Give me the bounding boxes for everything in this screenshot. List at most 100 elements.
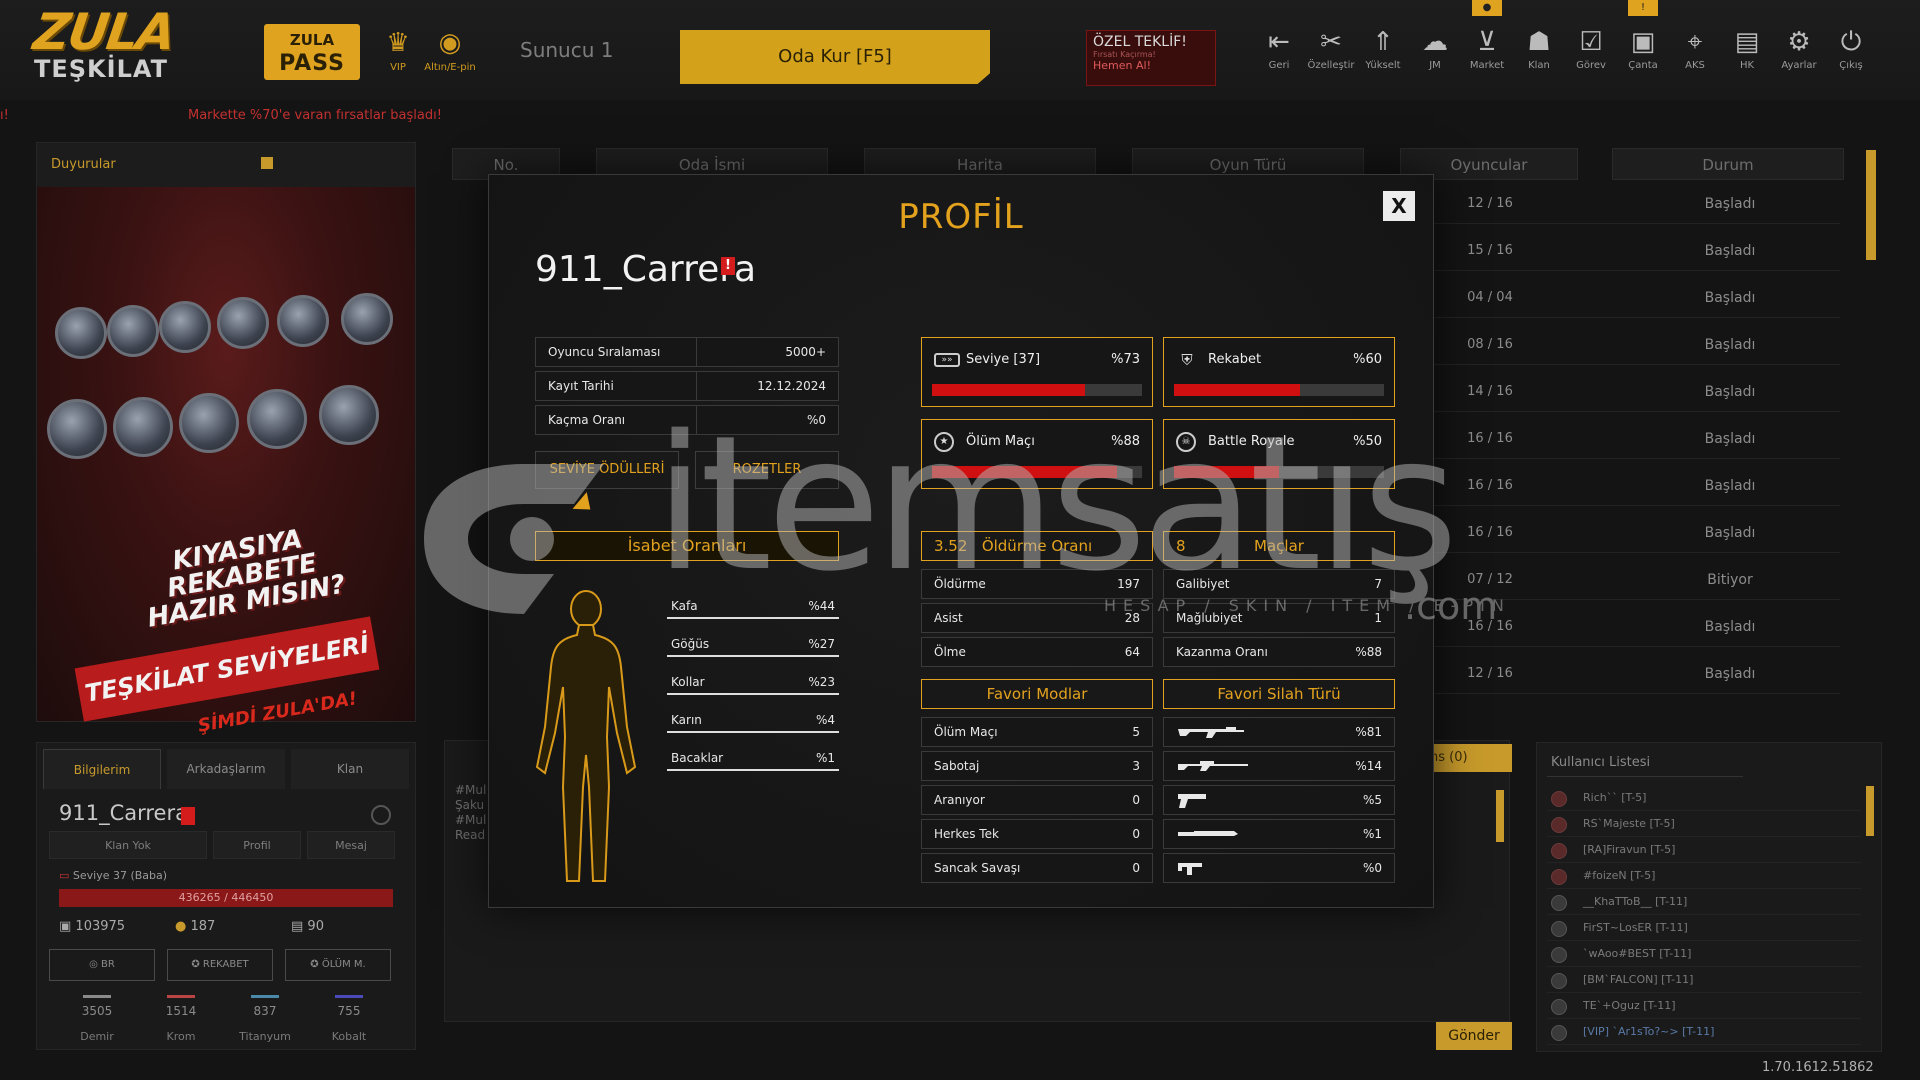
nav-customize-button[interactable]: ✂ Özelleştir: [1305, 26, 1357, 71]
nav-settings-button[interactable]: ⚙ Ayarlar: [1773, 26, 1825, 71]
table-row[interactable]: 08 / 16 Başladı: [1400, 325, 1840, 365]
stat-row-win-rate: Kazanma Oranı %88: [1163, 637, 1395, 667]
zula-pass-button[interactable]: ZULA PASS: [264, 24, 360, 80]
nav-market-button[interactable]: ⊻ Market: [1461, 26, 1513, 71]
rank-badge-icon: [277, 295, 329, 347]
nav-aks-button[interactable]: ⌖ AKS: [1669, 26, 1721, 71]
room-status: Başladı: [1704, 337, 1756, 353]
no-clan-button[interactable]: Klan Yok: [49, 831, 207, 859]
gear-icon: ⚙: [1787, 27, 1811, 57]
room-status: Başladı: [1704, 384, 1756, 400]
list-item[interactable]: TE`+Oguz [T-11]: [1547, 993, 1861, 1019]
list-item[interactable]: RS`Majeste [T-5]: [1547, 811, 1861, 837]
table-row[interactable]: 04 / 04 Başladı: [1400, 278, 1840, 318]
stat-row-losses: Mağlubiyet 1: [1163, 603, 1395, 633]
table-row[interactable]: 16 / 16 Başladı: [1400, 466, 1840, 506]
nav-clan-button[interactable]: ☗ Klan: [1513, 26, 1565, 71]
table-row[interactable]: 15 / 16 Başladı: [1400, 231, 1840, 271]
rank-badge-icon: [319, 385, 379, 445]
nav-jm-button[interactable]: ☁ JM: [1409, 26, 1461, 71]
table-row[interactable]: 12 / 16 Başladı: [1400, 654, 1840, 694]
mode-br-button[interactable]: ◎ BR: [49, 949, 155, 981]
knife-icon: [1178, 831, 1238, 836]
user-name: RS`Majeste [T-5]: [1583, 817, 1675, 830]
battle-royale-card: ☠ Battle Royale %50: [1163, 419, 1395, 489]
fans-tab[interactable]: ns (0): [1426, 744, 1512, 772]
upgrade-icon: ⇑: [1372, 27, 1394, 57]
promo-banner[interactable]: KIYASIYA REKABETE HAZIR MISIN? TEŞKİLAT …: [37, 187, 415, 737]
fav-mode-row: Aranıyor 0: [921, 785, 1153, 815]
hit-row-legs: Bacaklar %1: [667, 751, 839, 771]
smg-icon: [1178, 863, 1202, 875]
deathmatch-star-icon: ★: [934, 432, 954, 452]
column-status[interactable]: Durum: [1612, 148, 1844, 180]
mini-profile-panel: Bilgilerim Arkadaşlarım Klan 911_Carrera…: [36, 742, 416, 1050]
create-room-button[interactable]: Oda Kur [F5]: [680, 30, 990, 84]
rekabet-icon: ✪: [191, 959, 203, 970]
nav-exit-button[interactable]: ⏻ Çıkış: [1825, 26, 1877, 71]
tab-clan[interactable]: Klan: [291, 749, 409, 789]
nav-task-button[interactable]: ☑ Görev: [1565, 26, 1617, 71]
info-row-rank: Oyuncu Sıralaması 5000+: [535, 337, 839, 367]
table-row[interactable]: 16 / 16 Başladı: [1400, 513, 1840, 553]
nav-upgrade-button[interactable]: ⇑ Yükselt: [1357, 26, 1409, 71]
bag-icon: ▣: [1630, 27, 1656, 57]
mini-player-name: 911_Carrera: [59, 801, 188, 825]
tab-friends[interactable]: Arkadaşlarım: [167, 749, 285, 789]
table-row[interactable]: 12 / 16 Başladı: [1400, 184, 1840, 224]
profile-button[interactable]: Profil: [213, 831, 301, 859]
table-row[interactable]: 07 / 12 Bitiyor: [1400, 560, 1840, 600]
tab-my-info[interactable]: Bilgilerim: [43, 749, 161, 789]
table-row[interactable]: 16 / 16 Başladı: [1400, 607, 1840, 647]
user-name: [VIP] `Ar1sTo?~> [T-11]: [1583, 1025, 1715, 1038]
close-button[interactable]: X: [1383, 191, 1415, 221]
nav-back-button[interactable]: ⇤ Geri: [1253, 26, 1305, 71]
user-rank-icon: [1551, 947, 1567, 963]
table-row[interactable]: 14 / 16 Başladı: [1400, 372, 1840, 412]
gold-epin-button[interactable]: ◉ Altın/E-pin: [420, 28, 480, 73]
status-icon[interactable]: [371, 805, 391, 825]
currency-3: ▤ 90: [291, 919, 324, 934]
info-row-escape-rate: Kaçma Oranı %0: [535, 405, 839, 435]
mode-rekabet-button[interactable]: ✪ REKABET: [167, 949, 273, 981]
list-item[interactable]: [VIP] `Ar1sTo?~> [T-11]: [1547, 1019, 1861, 1045]
server-label[interactable]: Sunucu 1: [520, 38, 613, 62]
vip-crown-icon: ♛: [386, 28, 410, 58]
vip-button[interactable]: ♛ VIP: [380, 28, 416, 73]
list-item[interactable]: #foizeN [T-5]: [1547, 863, 1861, 889]
notification-marker: ●: [1472, 0, 1502, 16]
user-rank-icon: [1551, 843, 1567, 859]
user-name: [RA]Firavun [T-5]: [1583, 843, 1676, 856]
badges-button[interactable]: ROZETLER: [695, 451, 839, 489]
announcements-indicator[interactable]: [261, 157, 273, 169]
matches-header: 8 Maçlar: [1163, 531, 1395, 561]
list-item[interactable]: __KhaTToB__ [T-11]: [1547, 889, 1861, 915]
list-item[interactable]: [BM`FALCON] [T-11]: [1547, 967, 1861, 993]
list-item[interactable]: [RA]Firavun [T-5]: [1547, 837, 1861, 863]
send-button[interactable]: Gönder: [1436, 1022, 1512, 1050]
list-item[interactable]: Rich`` [T-5]: [1547, 785, 1861, 811]
user-list-scrollbar[interactable]: [1866, 786, 1874, 836]
nav-hk-button[interactable]: ▤ HK: [1721, 26, 1773, 71]
mode-deathmatch-button[interactable]: ✪ ÖLÜM M.: [285, 949, 391, 981]
hit-row-arms: Kollar %23: [667, 675, 839, 695]
level-rewards-button[interactable]: SEVİYE ÖDÜLLERİ: [535, 451, 679, 489]
stat-row-deaths: Ölme 64: [921, 637, 1153, 667]
table-row[interactable]: 16 / 16 Başladı: [1400, 419, 1840, 459]
body-silhouette-icon: [535, 590, 637, 882]
room-list-scrollbar[interactable]: [1866, 150, 1876, 260]
fav-mode-row: Sabotaj 3: [921, 751, 1153, 781]
chat-scrollbar[interactable]: [1496, 790, 1504, 842]
room-status: Başladı: [1704, 478, 1756, 494]
stat-row-kills: Öldürme 197: [921, 569, 1153, 599]
nav-bag-button[interactable]: ▣ Çanta: [1617, 26, 1669, 71]
rank-badge-icon: [55, 307, 107, 359]
list-item[interactable]: `wAoo#BEST [T-11]: [1547, 941, 1861, 967]
fav-weapon-row: %81: [1163, 717, 1395, 747]
power-icon: ⏻: [1840, 27, 1862, 57]
special-offer-button[interactable]: ÖZEL TEKLİF! Fırsatı Kaçırma! Hemen Al!: [1086, 30, 1216, 86]
epin-icon: ▤: [291, 919, 308, 934]
message-button[interactable]: Mesaj: [307, 831, 395, 859]
list-item[interactable]: FirST~LosER [T-11]: [1547, 915, 1861, 941]
announcements-panel: Duyurular KIYASIYA REKABETE HAZIR MISIN?…: [36, 142, 416, 737]
